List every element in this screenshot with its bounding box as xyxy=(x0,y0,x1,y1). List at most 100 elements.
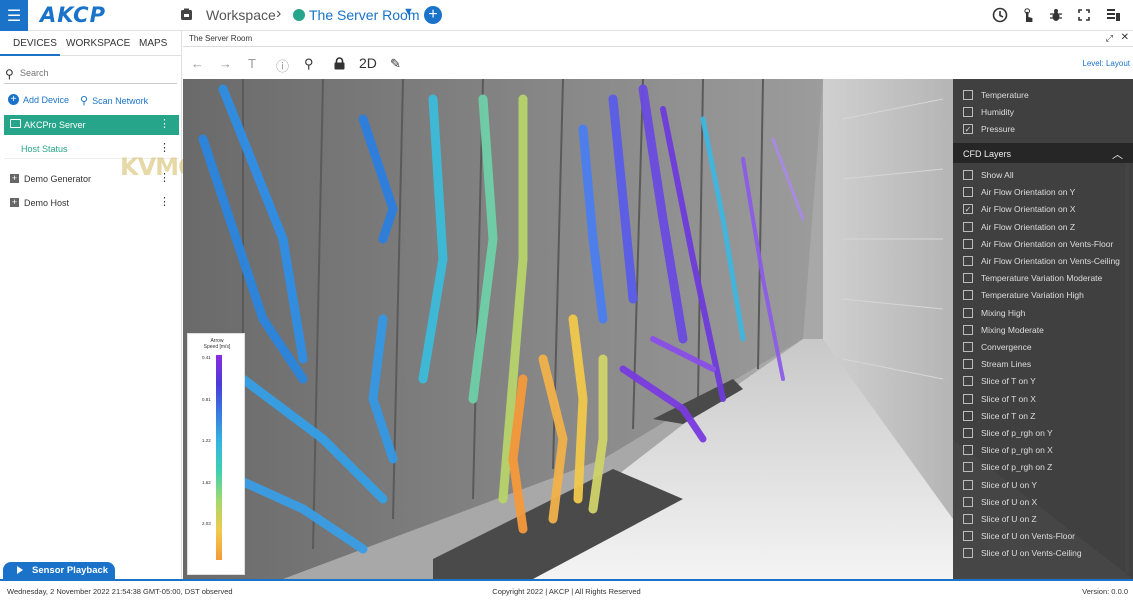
sensor-playback-button[interactable]: Sensor Playback xyxy=(3,562,115,580)
checkbox-icon[interactable] xyxy=(963,376,973,387)
layer-label: Humidity xyxy=(981,107,1015,118)
scan-network-label: Scan Network xyxy=(92,95,149,106)
3d-cfd-viewport[interactable]: Arrow Speed [m/s] 0.41 0.81 1.22 1.62 2.… xyxy=(183,79,1133,579)
layer-checkbox-row[interactable]: ✓ Air Flow Orientation on X xyxy=(963,202,1075,216)
checkbox-icon[interactable] xyxy=(963,273,973,284)
layer-checkbox-row[interactable]: Mixing High xyxy=(963,306,1025,320)
close-icon[interactable]: ✕ xyxy=(1121,32,1129,43)
search-icon[interactable]: ⚲ xyxy=(304,56,314,72)
more-options-icon[interactable]: ⋮ xyxy=(159,196,170,208)
expand-icon[interactable]: + xyxy=(10,174,19,183)
back-arrow-icon[interactable]: ← xyxy=(191,56,204,71)
layer-checkbox-row[interactable]: Slice of U on X xyxy=(963,495,1037,509)
checkbox-icon[interactable] xyxy=(963,256,973,266)
cfd-layers-title: CFD Layers xyxy=(963,149,1012,159)
breadcrumb-workspace[interactable]: Workspace xyxy=(206,7,276,23)
layer-checkbox-row[interactable]: Temperature Variation Moderate xyxy=(963,271,1102,285)
add-device-button[interactable]: + Add Device xyxy=(8,94,69,105)
add-device-label: Add Device xyxy=(23,94,70,105)
layer-checkbox-row[interactable]: Slice of T on X xyxy=(963,392,1036,406)
layer-checkbox-row[interactable]: Air Flow Orientation on Y xyxy=(963,185,1075,199)
checkbox-icon[interactable] xyxy=(963,359,973,370)
scan-network-button[interactable]: ⚲ Scan Network xyxy=(80,94,148,107)
layer-checkbox-row[interactable]: Slice of p_rgh on X xyxy=(963,443,1053,457)
checkbox-icon[interactable] xyxy=(963,548,973,559)
sidebar-item-demo-host[interactable]: + Demo Host ⋮ xyxy=(4,193,179,213)
layer-checkbox-row[interactable]: Slice of U on Vents-Floor xyxy=(963,529,1075,543)
layer-checkbox-row[interactable]: Air Flow Orientation on Vents-Floor xyxy=(963,237,1113,251)
layer-checkbox-row[interactable]: Humidity xyxy=(963,105,1014,119)
tab-devices[interactable]: DEVICES xyxy=(13,38,57,49)
tab-workspace[interactable]: WORKSPACE xyxy=(66,38,130,49)
checkbox-icon[interactable] xyxy=(963,324,973,335)
layer-checkbox-row[interactable]: Air Flow Orientation on Z xyxy=(963,220,1075,234)
layer-checkbox-row[interactable]: Slice of U on Y xyxy=(963,478,1037,492)
tab-maps[interactable]: MAPS xyxy=(139,38,167,49)
layer-checkbox-row[interactable]: Slice of p_rgh on Z xyxy=(963,460,1052,474)
checkbox-icon[interactable] xyxy=(963,221,973,232)
checkbox-icon[interactable] xyxy=(963,238,973,249)
menu-icon[interactable]: ☰ xyxy=(0,0,28,31)
text-icon[interactable]: T xyxy=(248,56,256,71)
bug-icon[interactable] xyxy=(1048,7,1064,23)
layer-checkbox-row[interactable]: Temperature Variation High xyxy=(963,288,1084,302)
checkbox-icon[interactable] xyxy=(963,170,973,180)
checkbox-checked-icon[interactable]: ✓ xyxy=(963,124,973,135)
sidebar-item-demo-generator[interactable]: + Demo Generator ⋮ xyxy=(4,169,179,189)
scrollbar[interactable] xyxy=(1125,163,1129,573)
clock-icon[interactable] xyxy=(992,7,1008,23)
search-input[interactable] xyxy=(20,66,170,80)
checkbox-icon[interactable] xyxy=(963,462,973,473)
expand-icon[interactable]: ⤢ xyxy=(1106,33,1113,44)
info-icon[interactable]: ⓘ xyxy=(276,56,289,75)
more-options-icon[interactable]: ⋮ xyxy=(159,118,170,130)
checkbox-icon[interactable] xyxy=(963,410,973,421)
layer-checkbox-row[interactable]: Mixing Moderate xyxy=(963,323,1044,337)
layer-label: Show All xyxy=(981,170,1014,180)
checkbox-icon[interactable] xyxy=(963,496,973,507)
layer-checkbox-row[interactable]: Slice of U on Vents-Ceiling xyxy=(963,546,1082,560)
layer-checkbox-row[interactable]: Air Flow Orientation on Vents-Ceiling xyxy=(963,254,1120,268)
sidebar-tabs: DEVICES WORKSPACE MAPS xyxy=(0,31,182,56)
layer-checkbox-row[interactable]: Slice of p_rgh on Y xyxy=(963,426,1053,440)
layer-checkbox-row[interactable]: Convergence xyxy=(963,340,1032,354)
chevron-up-icon[interactable]: ︿ xyxy=(1112,146,1123,162)
forward-arrow-icon[interactable]: → xyxy=(219,56,232,71)
layer-checkbox-row[interactable]: Slice of T on Y xyxy=(963,374,1036,388)
add-button[interactable]: + xyxy=(424,6,442,24)
more-options-icon[interactable]: ⋮ xyxy=(159,172,170,184)
menu-list-icon[interactable] xyxy=(1105,7,1121,23)
checkbox-icon[interactable] xyxy=(963,479,973,490)
layer-checkbox-row[interactable]: Temperature xyxy=(963,88,1029,102)
device-label: Demo Generator xyxy=(24,174,92,184)
checkbox-icon[interactable] xyxy=(963,514,973,524)
mode-2d-button[interactable]: 2D xyxy=(359,55,377,71)
level-selector[interactable]: Level: Layout xyxy=(1082,59,1130,68)
layer-checkbox-row[interactable]: Slice of U on Z xyxy=(963,512,1037,526)
layer-checkbox-row[interactable]: Slice of T on Z xyxy=(963,409,1036,423)
checkbox-icon[interactable] xyxy=(963,393,973,404)
sidebar-item-server[interactable]: AKCPro Server ⋮ xyxy=(4,115,179,135)
checkbox-icon[interactable] xyxy=(963,342,973,352)
checkbox-icon[interactable] xyxy=(963,445,973,456)
checkbox-checked-icon[interactable]: ✓ xyxy=(963,204,973,215)
layer-label: Air Flow Orientation on Vents-Floor xyxy=(981,238,1114,249)
fullscreen-icon[interactable] xyxy=(1076,7,1092,23)
expand-icon[interactable]: + xyxy=(10,198,19,207)
cfd-layers-header[interactable]: CFD Layers ︿ xyxy=(953,143,1133,163)
checkbox-icon[interactable] xyxy=(963,107,973,118)
chevron-down-icon[interactable]: ▼ xyxy=(403,6,414,18)
layer-checkbox-row[interactable]: Stream Lines xyxy=(963,357,1031,371)
checkbox-icon[interactable] xyxy=(963,90,973,100)
checkbox-icon[interactable] xyxy=(963,187,973,198)
checkbox-icon[interactable] xyxy=(963,531,973,542)
checkbox-icon[interactable] xyxy=(963,428,973,438)
layer-checkbox-row[interactable]: Show All xyxy=(963,168,1014,182)
checkbox-icon[interactable] xyxy=(963,290,973,301)
touch-icon[interactable] xyxy=(1020,7,1036,23)
checkbox-icon[interactable] xyxy=(963,307,973,318)
layer-checkbox-row[interactable]: ✓ Pressure xyxy=(963,122,1015,136)
lock-icon[interactable] xyxy=(334,57,345,70)
legend-tick: 1.62 xyxy=(202,480,211,485)
edit-pencil-icon[interactable]: ✎ xyxy=(390,56,401,72)
